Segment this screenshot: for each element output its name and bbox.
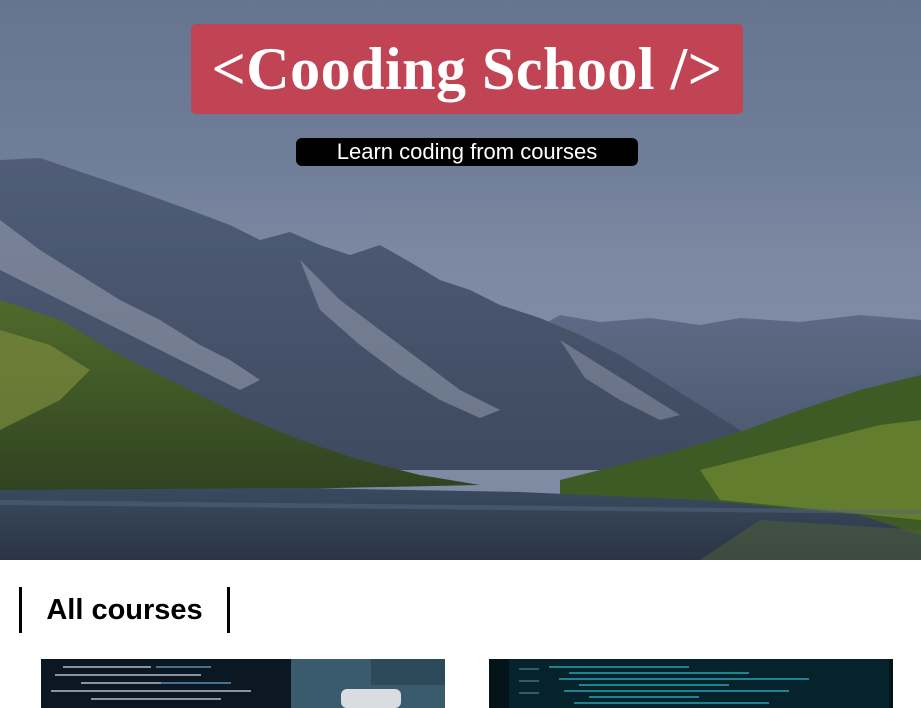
brand-title: <Cooding School /> (191, 24, 743, 114)
course-card-thumbnail-laptop-code[interactable] (41, 659, 445, 708)
all-courses-heading: All courses (19, 587, 230, 633)
hero-tagline: Learn coding from courses (296, 138, 638, 166)
laptop-code-image (41, 659, 445, 708)
hero-banner: <Cooding School /> Learn coding from cou… (0, 0, 921, 560)
code-screen-image (489, 659, 893, 708)
course-card-thumbnail-code-screen[interactable] (489, 659, 893, 708)
